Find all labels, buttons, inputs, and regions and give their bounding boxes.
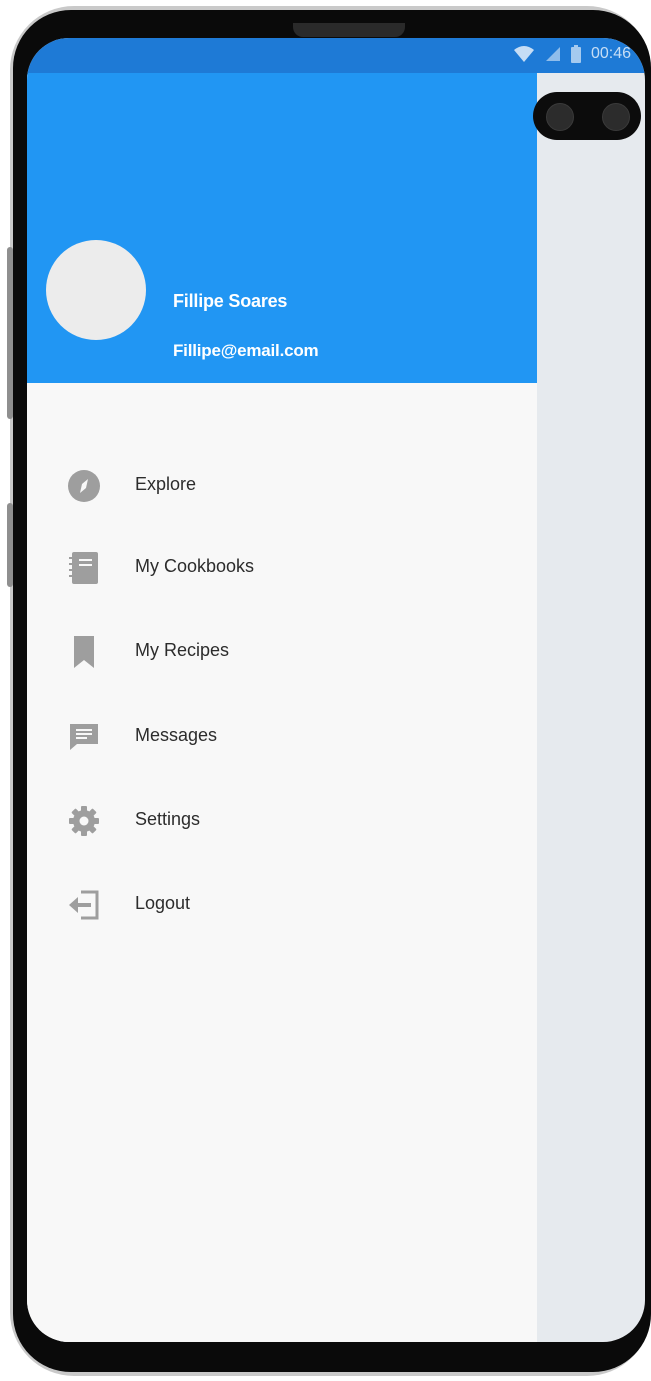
camera-lens — [602, 103, 630, 131]
menu-label-settings: Settings — [135, 809, 201, 829]
gear-icon — [67, 804, 101, 838]
avatar[interactable] — [46, 240, 146, 340]
speaker-grille — [293, 23, 405, 37]
message-icon — [67, 720, 101, 754]
user-email: Fillipe@email.com — [173, 341, 319, 360]
menu-item-my-recipes[interactable]: My Recipes — [27, 620, 537, 682]
wifi-icon — [513, 46, 534, 62]
compass-icon — [67, 469, 101, 503]
logout-icon — [67, 888, 101, 922]
menu-label-my-recipes: My Recipes — [135, 640, 230, 660]
menu-label-logout: Logout — [135, 893, 191, 913]
user-name: Fillipe Soares — [173, 291, 288, 311]
status-bar: 00:46 — [27, 38, 645, 73]
menu-item-messages[interactable]: Messages — [27, 705, 537, 767]
power-button — [7, 503, 13, 587]
front-camera — [533, 92, 641, 140]
signal-icon — [545, 47, 560, 61]
menu-label-my-cookbooks: My Cookbooks — [135, 556, 255, 576]
menu-label-explore: Explore — [135, 474, 197, 494]
notebook-icon — [67, 551, 101, 585]
menu-item-my-cookbooks[interactable]: My Cookbooks — [27, 536, 537, 598]
drawer-header: Fillipe Soares Fillipe@email.com — [27, 73, 537, 383]
bookmark-icon — [67, 635, 101, 669]
navigation-drawer: Fillipe Soares Fillipe@email.com Explore — [27, 73, 537, 1342]
volume-button — [7, 247, 13, 419]
menu-item-logout[interactable]: Logout — [27, 873, 537, 935]
status-time: 00:46 — [590, 45, 631, 62]
camera-lens — [546, 103, 574, 131]
menu-item-settings[interactable]: Settings — [27, 789, 537, 851]
menu-label-messages: Messages — [135, 725, 218, 745]
menu-item-explore[interactable]: Explore — [27, 454, 537, 516]
phone-screen: 00:46 Fillipe Soares Fillipe@email.com E… — [27, 38, 645, 1342]
battery-icon — [570, 45, 581, 63]
status-icons: 00:46 — [513, 45, 631, 63]
